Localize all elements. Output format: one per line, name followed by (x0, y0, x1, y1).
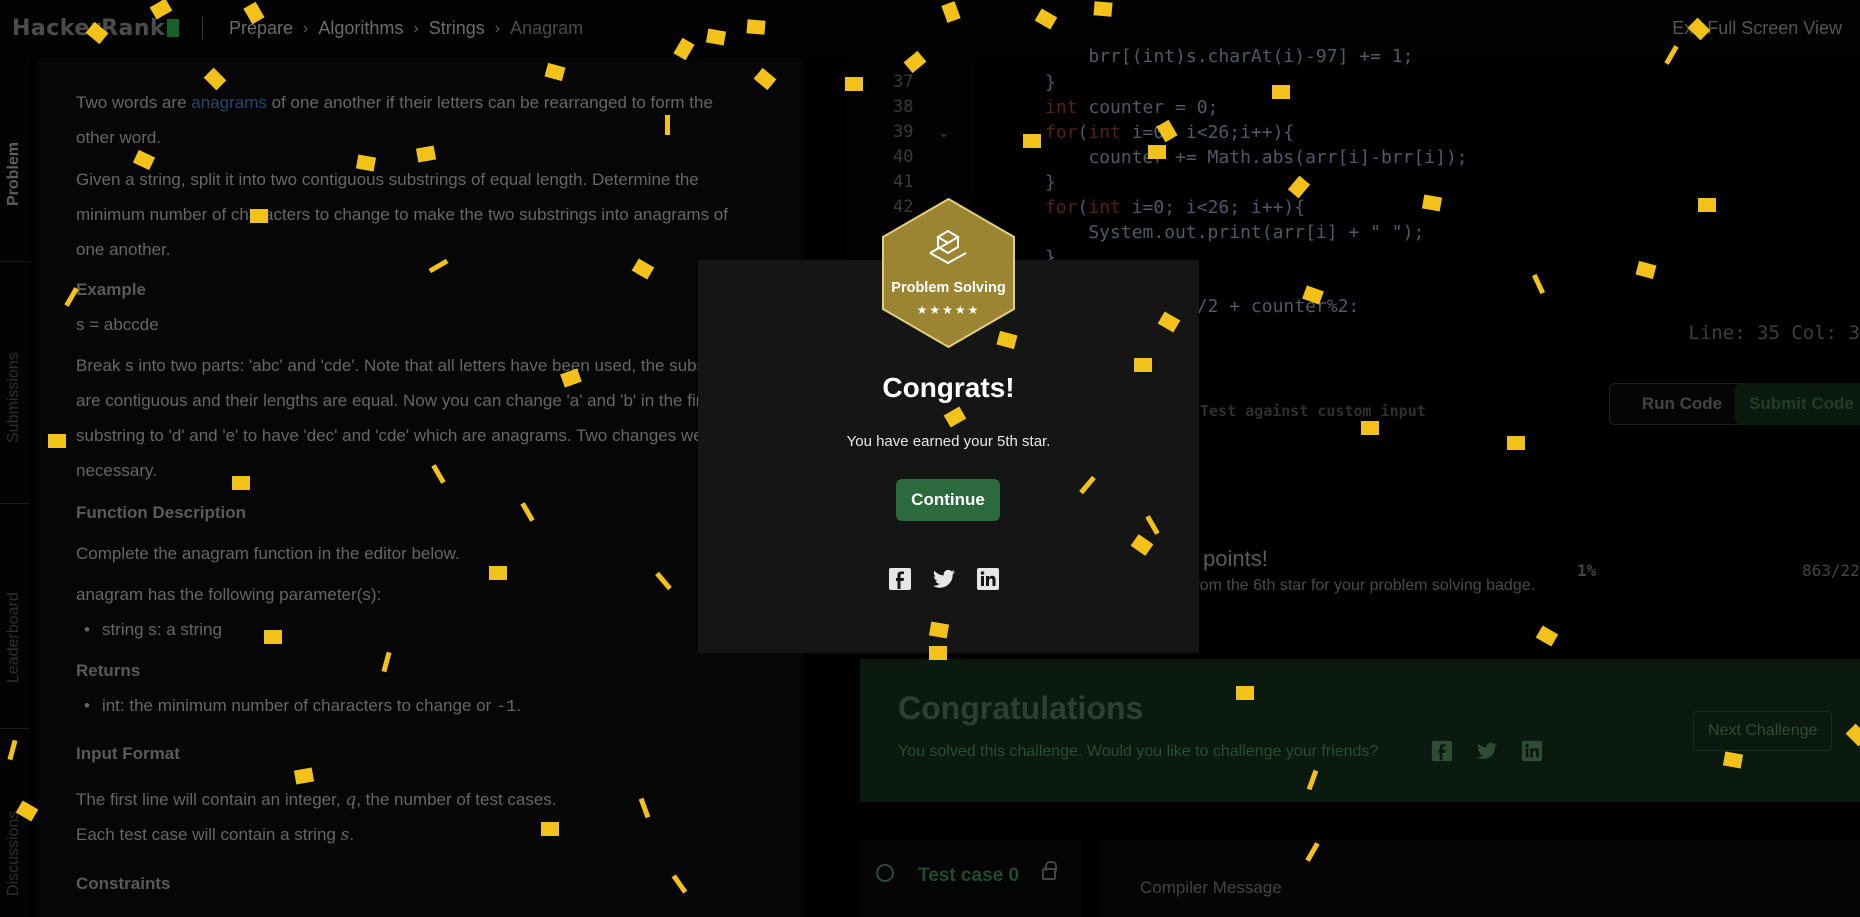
intro-line-1: Two words are anagrams of one another if… (76, 93, 713, 112)
success-subtitle: You solved this challenge. Would you lik… (898, 743, 1379, 760)
lock-icon (1042, 861, 1057, 880)
param-item: string s: a string (84, 620, 222, 640)
tab-problem[interactable]: Problem (2, 118, 26, 230)
exit-fullscreen-link[interactable]: Exit Full Screen View (1672, 18, 1842, 39)
hackerrank-logo[interactable]: HackerRank (12, 16, 180, 41)
code-line: for(int i=0; i<26;i++){ (1045, 122, 1295, 143)
params-text: anagram has the following parameter(s): (76, 585, 382, 604)
fold-chevron-icon[interactable]: ⌄ (938, 124, 950, 141)
code-line: int counter = 0; (1045, 97, 1219, 118)
points-title: points! (1203, 546, 1268, 571)
code-line: for(int i=0; i<26; i++){ (1045, 197, 1306, 218)
divider (0, 728, 30, 729)
confetti-piece (1361, 421, 1379, 435)
confetti-piece (1507, 436, 1525, 450)
success-banner: Congratulations You solved this challeng… (860, 659, 1860, 802)
badge-title: Problem Solving (891, 280, 1006, 296)
breadcrumb: Prepare › Algorithms › Strings › Anagram (229, 18, 583, 39)
line-number: 37 (893, 72, 914, 92)
code-line: } (1045, 72, 1056, 93)
problem-solving-badge (882, 197, 1015, 349)
input-line-2: Each test case will contain a string s. (76, 825, 355, 845)
rank-value: 863/22 (1802, 561, 1860, 580)
function-text: Complete the anagram function in the edi… (76, 544, 460, 563)
break-line-4: necessary. (76, 461, 157, 480)
code-line: brr[(int)s.charAt(i)-97] += 1; (1045, 46, 1414, 67)
constraints-heading: Constraints (76, 874, 171, 893)
breadcrumb-prepare[interactable]: Prepare (229, 18, 293, 39)
percentile: 1% (1577, 561, 1597, 580)
cursor-position: Line: 35 Col: 3 (1688, 322, 1860, 344)
divider (0, 503, 30, 504)
modal-subtitle: You have earned your 5th star. (846, 433, 1051, 450)
problem-panel: Two words are anagrams of one another if… (36, 58, 804, 917)
twitter-icon[interactable] (931, 566, 957, 592)
example-value: s = abccde (76, 315, 159, 334)
tab-discussions[interactable]: Discussions (2, 788, 26, 917)
test-case-tab[interactable]: Test case 0 (860, 840, 1082, 917)
line-number: 38 (893, 97, 914, 117)
break-line-1: Break s into two parts: 'abc' and 'cde'.… (76, 356, 747, 375)
twitter-icon[interactable] (1475, 739, 1499, 763)
success-title: Congratulations (898, 690, 1144, 726)
breadcrumb-anagram: Anagram (510, 18, 584, 38)
side-tabs: Problem Submissions Leaderboard Discussi… (0, 58, 30, 917)
input-line-1: The first line will contain an integer, … (76, 790, 557, 810)
given-line-3: one another. (76, 240, 171, 259)
example-heading: Example (76, 280, 146, 299)
custom-input-checkbox[interactable]: Test against custom input (1200, 402, 1426, 420)
next-challenge-button[interactable]: Next Challenge (1693, 711, 1833, 751)
modal-title: Congrats! (882, 372, 1015, 403)
linkedin-icon[interactable] (975, 566, 1001, 592)
chevron-right-icon: › (413, 19, 419, 37)
breadcrumb-algorithms[interactable]: Algorithms (318, 18, 403, 39)
continue-button[interactable]: Continue (896, 479, 1000, 521)
break-line-2: are contiguous and their lengths are equ… (76, 391, 715, 410)
tab-leaderboard[interactable]: Leaderboard (2, 563, 26, 713)
facebook-icon[interactable] (887, 566, 913, 592)
badge-stars: ★★★★★ (916, 303, 981, 317)
breadcrumb-strings[interactable]: Strings (429, 18, 485, 39)
line-number: 40 (893, 147, 914, 167)
top-bar: HackerRank Prepare › Algorithms › String… (0, 0, 1860, 58)
anagrams-link[interactable]: anagrams (191, 93, 267, 112)
divider (0, 261, 30, 262)
run-code-button[interactable]: Run Code (1609, 383, 1755, 425)
returns-heading: Returns (76, 661, 141, 680)
code-line: } (1045, 172, 1056, 193)
linkedin-icon[interactable] (1520, 739, 1544, 763)
compiler-message-label: Compiler Message (1140, 878, 1282, 897)
break-line-3: substring to 'd' and 'e' to have 'dec' a… (76, 426, 718, 445)
confetti-piece (1535, 625, 1559, 647)
tab-submissions[interactable]: Submissions (2, 323, 26, 473)
given-line-1: Given a string, split it into two contig… (76, 170, 699, 189)
intro-line-2: other word. (76, 128, 162, 147)
submit-code-button[interactable]: Submit Code (1735, 383, 1860, 425)
chevron-right-icon: › (494, 19, 501, 37)
facebook-icon[interactable] (1430, 739, 1454, 763)
line-number: 41 (893, 172, 914, 192)
code-line: counter += Math.abs(arr[i]-brr[i]); (1045, 147, 1468, 168)
returns-item: int: the minimum number of characters to… (84, 696, 521, 717)
line-number: 39 (893, 122, 914, 142)
points-subtitle: from the 6th star for your problem solvi… (1190, 577, 1536, 594)
code-line: System.out.print(arr[i] + " "); (1045, 222, 1425, 243)
chevron-right-icon: › (303, 19, 309, 37)
given-line-2: minimum number of characters to change t… (76, 205, 728, 224)
input-format-heading: Input Format (76, 744, 180, 763)
compiler-message-panel: Compiler Message (1100, 840, 1860, 917)
check-circle-icon (876, 864, 894, 882)
test-case-label: Test case 0 (918, 865, 1020, 886)
function-heading: Function Description (76, 503, 246, 522)
divider (202, 17, 203, 39)
